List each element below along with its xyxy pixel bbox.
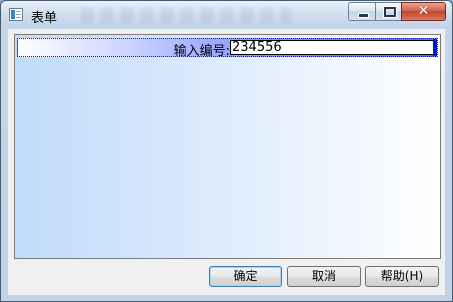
maximize-button[interactable] [375, 2, 401, 21]
close-icon: ✕ [417, 3, 430, 19]
maximize-icon [384, 7, 396, 17]
dialog-window: 表单 ✕ 输入编号: 确定 取消 帮助(H) [0, 0, 453, 302]
background-blur [81, 7, 291, 23]
form-row-number: 输入编号: [17, 38, 438, 59]
ok-button[interactable]: 确定 [209, 266, 282, 287]
number-label: 输入编号: [173, 44, 230, 59]
help-button[interactable]: 帮助(H) [365, 266, 439, 287]
client-area: 输入编号: 确定 取消 帮助(H) [8, 29, 445, 295]
caption-buttons: ✕ [348, 2, 446, 21]
number-input[interactable] [230, 40, 435, 55]
row-selection-marker [433, 39, 437, 56]
title-bar[interactable]: 表单 ✕ [1, 1, 452, 29]
window-title: 表单 [31, 11, 58, 26]
minimize-button[interactable] [348, 2, 375, 21]
app-icon [9, 8, 23, 21]
form-panel: 输入编号: [14, 34, 441, 259]
minimize-icon [358, 13, 369, 18]
cancel-button[interactable]: 取消 [287, 266, 361, 287]
close-button[interactable]: ✕ [401, 2, 446, 21]
